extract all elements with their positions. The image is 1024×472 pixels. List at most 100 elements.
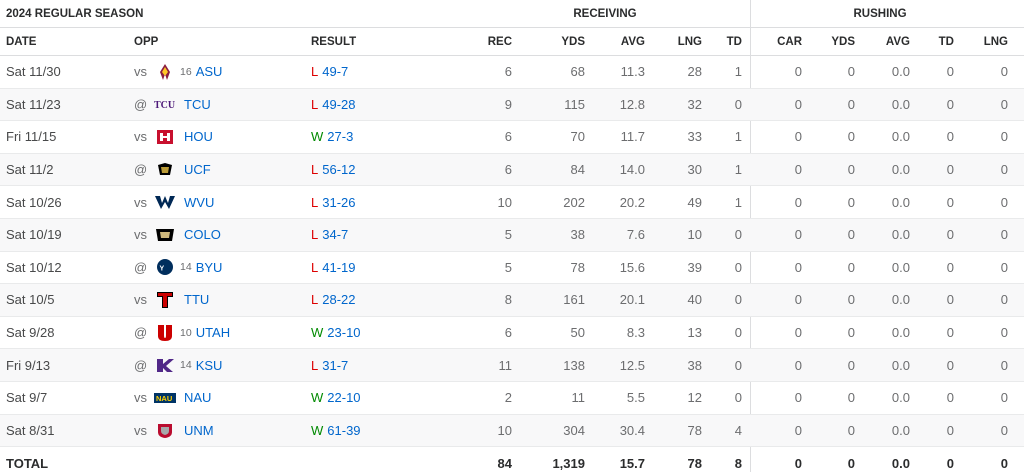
opponent-link[interactable]: KSU bbox=[196, 358, 223, 373]
win-loss-indicator: W bbox=[311, 129, 324, 145]
colo-logo-icon[interactable] bbox=[154, 226, 176, 244]
rush-lng-value: 0 bbox=[1000, 292, 1008, 308]
wvu-logo-icon[interactable] bbox=[154, 193, 176, 211]
result-cell: L 49-7 bbox=[311, 64, 348, 79]
rec-avg-value: 7.6 bbox=[626, 227, 645, 243]
game-score-link[interactable]: 27-3 bbox=[327, 129, 353, 144]
game-date: Sat 11/30 bbox=[6, 64, 61, 80]
game-score-link[interactable]: 31-26 bbox=[322, 195, 355, 210]
rec-td-value: 0 bbox=[734, 390, 742, 406]
game-date: Sat 9/28 bbox=[6, 325, 55, 341]
opponent-link[interactable]: COLO bbox=[184, 227, 221, 242]
rush-avg-value: 0.0 bbox=[891, 422, 910, 438]
ksu-logo-icon[interactable] bbox=[154, 356, 176, 374]
game-date: Sat 10/5 bbox=[6, 292, 55, 308]
rush-avg-value: 0.0 bbox=[891, 259, 910, 275]
table-row: Sat 11/2 @ UCF L 56-12 6 84 14.0 30 1 0 0… bbox=[0, 153, 1024, 187]
nau-logo-icon[interactable]: NAU bbox=[154, 389, 176, 407]
opponent-cell: @ Y 14 BYU bbox=[134, 258, 222, 276]
tcu-logo-icon[interactable]: TCU bbox=[154, 95, 176, 113]
group-header-row: 2024 REGULAR SEASON RECEIVING RUSHING bbox=[0, 0, 1024, 28]
result-cell: L 28-22 bbox=[311, 292, 355, 307]
column-header-row: DATE OPP RESULT REC YDS AVG LNG TD CAR Y… bbox=[0, 28, 1024, 56]
rush-lng-value: 0 bbox=[1000, 96, 1008, 112]
win-loss-indicator: L bbox=[311, 259, 319, 275]
opponent-cell: @ UCF bbox=[134, 161, 211, 179]
opponent-link[interactable]: UCF bbox=[184, 162, 211, 177]
rush-yds-value: 0 bbox=[847, 390, 855, 406]
home-away-indicator: vs bbox=[134, 390, 147, 406]
rec-td-value: 1 bbox=[734, 129, 742, 145]
rec-lng-value: 78 bbox=[687, 422, 702, 438]
rec-lng-value: 38 bbox=[687, 357, 702, 373]
opponent-cell: vs COLO bbox=[134, 226, 221, 244]
rush-lng-value: 0 bbox=[1000, 325, 1008, 341]
unm-logo-icon[interactable] bbox=[154, 421, 176, 439]
opponent-link[interactable]: ASU bbox=[196, 64, 223, 79]
opponent-link[interactable]: TCU bbox=[184, 97, 211, 112]
rush-yds-value: 0 bbox=[847, 162, 855, 178]
game-score-link[interactable]: 22-10 bbox=[327, 390, 360, 405]
rec-lng-value: 30 bbox=[687, 162, 702, 178]
rec-value: 10 bbox=[497, 194, 512, 210]
car-value: 0 bbox=[794, 390, 802, 406]
total-rush-td: 0 bbox=[946, 455, 954, 471]
game-score-link[interactable]: 56-12 bbox=[322, 162, 355, 177]
game-score-link[interactable]: 49-7 bbox=[322, 64, 348, 79]
col-date: DATE bbox=[6, 35, 37, 48]
byu-logo-icon[interactable]: Y bbox=[154, 258, 176, 276]
result-cell: W 27-3 bbox=[311, 129, 353, 144]
rec-td-value: 0 bbox=[734, 96, 742, 112]
win-loss-indicator: L bbox=[311, 357, 319, 373]
ucf-logo-icon[interactable] bbox=[154, 161, 176, 179]
rush-td-value: 0 bbox=[946, 162, 954, 178]
win-loss-indicator: L bbox=[311, 162, 319, 178]
opponent-cell: vs UNM bbox=[134, 421, 214, 439]
opponent-link[interactable]: HOU bbox=[184, 129, 213, 144]
rec-td-value: 1 bbox=[734, 162, 742, 178]
rec-yds-value: 78 bbox=[570, 259, 585, 275]
rec-value: 5 bbox=[504, 227, 512, 243]
game-score-link[interactable]: 61-39 bbox=[327, 423, 360, 438]
opponent-link[interactable]: WVU bbox=[184, 195, 214, 210]
opponent-cell: vs HOU bbox=[134, 128, 213, 146]
rush-avg-value: 0.0 bbox=[891, 390, 910, 406]
car-value: 0 bbox=[794, 259, 802, 275]
rec-value: 11 bbox=[498, 357, 513, 373]
rush-lng-value: 0 bbox=[1000, 422, 1008, 438]
svg-text:NAU: NAU bbox=[156, 394, 172, 403]
rush-avg-value: 0.0 bbox=[891, 292, 910, 308]
opponent-link[interactable]: UTAH bbox=[196, 325, 230, 340]
game-score-link[interactable]: 49-28 bbox=[322, 97, 355, 112]
asu-logo-icon[interactable] bbox=[154, 63, 176, 81]
game-score-link[interactable]: 23-10 bbox=[327, 325, 360, 340]
rec-yds-value: 304 bbox=[563, 422, 585, 438]
rec-lng-value: 33 bbox=[687, 129, 702, 145]
game-score-link[interactable]: 31-7 bbox=[322, 358, 348, 373]
game-score-link[interactable]: 34-7 bbox=[322, 227, 348, 242]
game-log-table: 2024 REGULAR SEASON RECEIVING RUSHING DA… bbox=[0, 0, 1024, 472]
opponent-link[interactable]: BYU bbox=[196, 260, 223, 275]
game-score-link[interactable]: 28-22 bbox=[322, 292, 355, 307]
rush-td-value: 0 bbox=[946, 129, 954, 145]
ttu-logo-icon[interactable] bbox=[154, 291, 176, 309]
rec-avg-value: 30.4 bbox=[619, 422, 645, 438]
rush-avg-value: 0.0 bbox=[891, 162, 910, 178]
result-cell: W 22-10 bbox=[311, 390, 361, 405]
opponent-link[interactable]: NAU bbox=[184, 390, 211, 405]
total-rush-yds: 0 bbox=[847, 455, 855, 471]
rush-td-value: 0 bbox=[946, 422, 954, 438]
home-away-indicator: vs bbox=[134, 422, 147, 438]
rush-td-value: 0 bbox=[946, 292, 954, 308]
rush-td-value: 0 bbox=[946, 357, 954, 373]
rush-avg-value: 0.0 bbox=[891, 357, 910, 373]
utah-logo-icon[interactable] bbox=[154, 324, 176, 342]
opponent-link[interactable]: TTU bbox=[184, 292, 209, 307]
hou-logo-icon[interactable] bbox=[154, 128, 176, 146]
game-score-link[interactable]: 41-19 bbox=[322, 260, 355, 275]
table-row: Sat 9/28 @ 10 UTAH W 23-10 6 50 8.3 13 0 … bbox=[0, 317, 1024, 350]
col-rec-yds: YDS bbox=[561, 35, 585, 48]
home-away-indicator: vs bbox=[134, 129, 147, 145]
opponent-link[interactable]: UNM bbox=[184, 423, 214, 438]
total-rush-avg: 0.0 bbox=[891, 455, 910, 471]
